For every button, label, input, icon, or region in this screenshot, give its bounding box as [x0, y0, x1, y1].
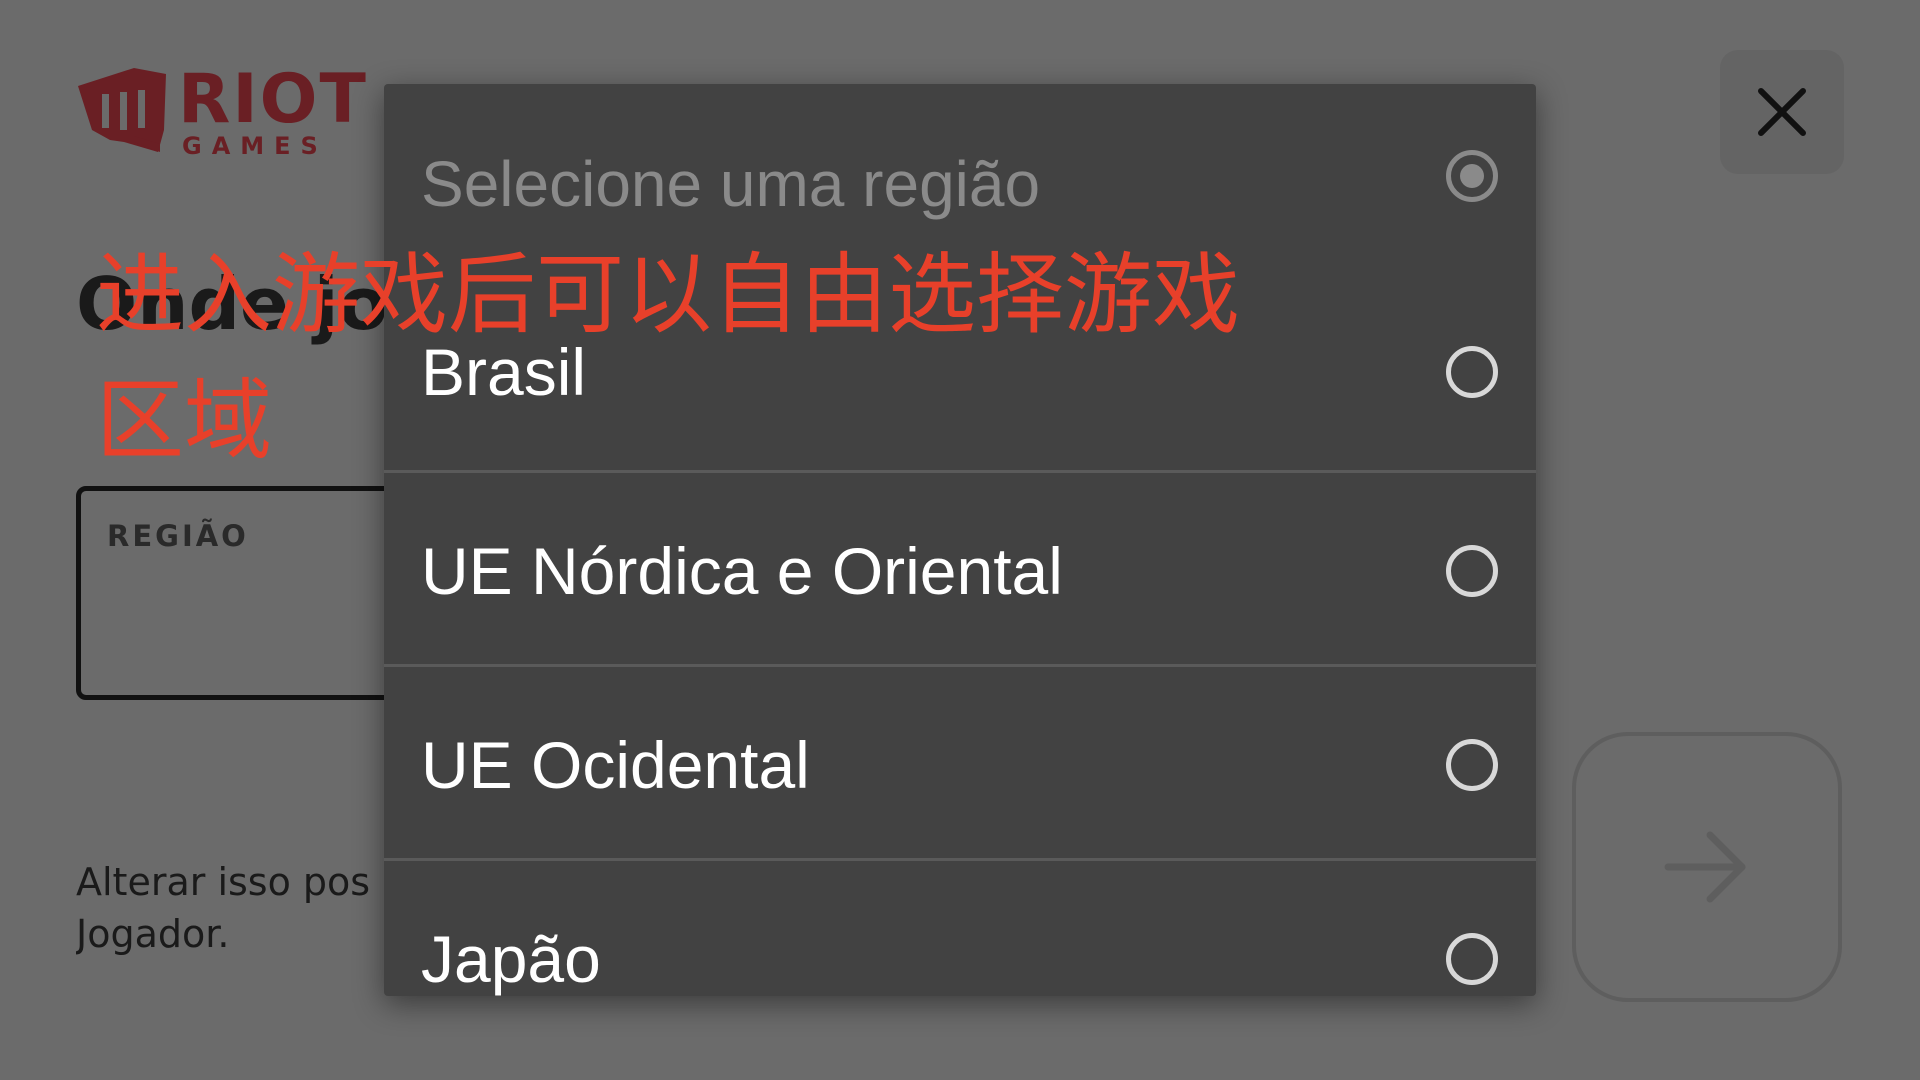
region-picker-prompt: Selecione uma região: [421, 148, 1041, 220]
region-change-note-line1: Alterar isso pos: [76, 860, 371, 904]
region-option-japao[interactable]: Japão: [384, 858, 1536, 996]
radio-unselected-icon[interactable]: [1446, 545, 1498, 597]
region-option-label: UE Ocidental: [421, 728, 810, 802]
close-button[interactable]: [1720, 50, 1844, 174]
close-icon: [1758, 88, 1806, 136]
region-change-note-line2: Jogador.: [76, 912, 230, 956]
radio-selected-icon: [1446, 150, 1498, 202]
region-picker-dialog: Selecione uma região Brasil UE Nórdica e…: [384, 84, 1536, 996]
region-field-label: REGIÃO: [107, 519, 249, 553]
riot-fist-icon: [78, 68, 166, 152]
logo-text-games: GAMES: [182, 132, 328, 160]
region-option-ue-ocidental[interactable]: UE Ocidental: [384, 664, 1536, 858]
annotation-caption: 进入游戏后可以自由选择游戏区域: [96, 243, 1241, 472]
screen: RIOT GAMES Onde jo REGIÃO Alterar isso p…: [0, 0, 1920, 1080]
radio-unselected-icon[interactable]: [1446, 346, 1498, 398]
region-option-ue-nordica-oriental[interactable]: UE Nórdica e Oriental: [384, 470, 1536, 664]
region-option-label: UE Nórdica e Oriental: [421, 534, 1063, 608]
region-option-label: Japão: [421, 922, 601, 996]
next-button[interactable]: [1572, 732, 1842, 1002]
arrow-right-icon: [1664, 831, 1746, 903]
riot-games-logo: RIOT GAMES: [74, 60, 366, 162]
radio-unselected-icon[interactable]: [1446, 739, 1498, 791]
region-change-note: Alterar isso pos Jogador.: [76, 856, 396, 960]
logo-text-riot: RIOT: [178, 60, 368, 139]
radio-unselected-icon[interactable]: [1446, 933, 1498, 985]
